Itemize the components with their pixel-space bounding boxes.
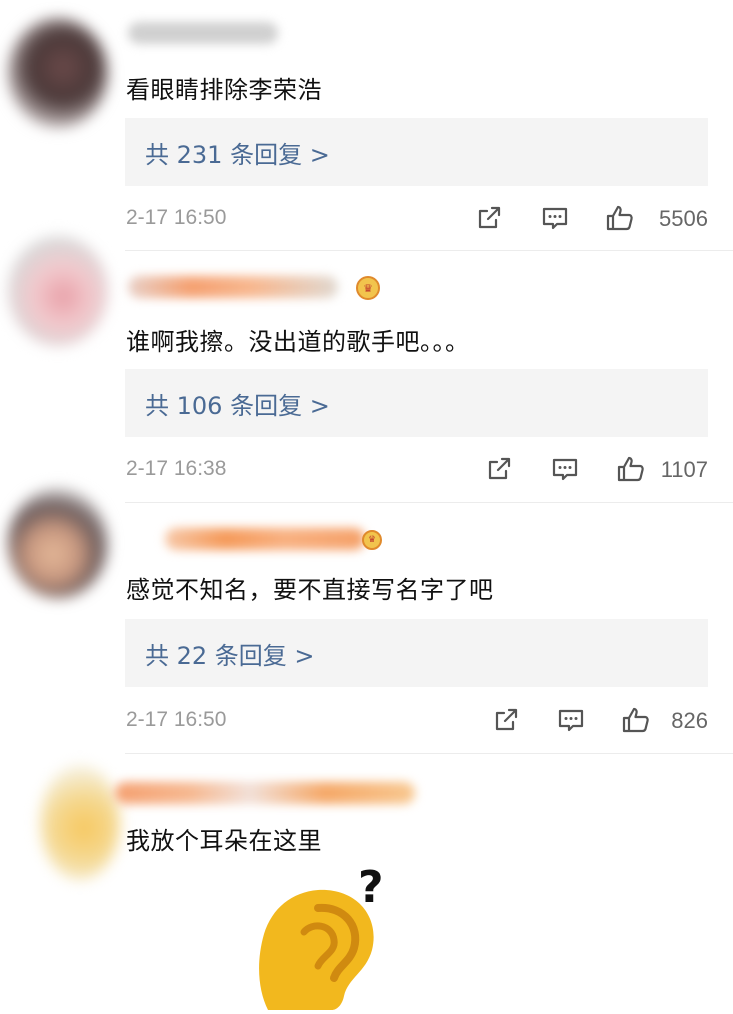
avatar[interactable] — [8, 18, 108, 128]
comment-meta: 2-17 16:38 1107 — [126, 454, 708, 484]
view-replies-button[interactable]: 共 231 条回复 > — [125, 118, 708, 186]
crown-badge-icon: ♛ — [362, 530, 382, 550]
replies-label: 共 231 条回复 > — [145, 140, 330, 169]
view-replies-button[interactable]: 共 106 条回复 > — [125, 369, 708, 437]
comment-icon[interactable] — [556, 705, 586, 735]
like-count: 5506 — [659, 206, 708, 231]
divider — [125, 753, 733, 754]
crown-badge-icon: ♛ — [356, 276, 380, 300]
username-blurred[interactable] — [115, 782, 415, 804]
comment-meta: 2-17 16:50 5506 — [126, 203, 708, 233]
comment-meta: 2-17 16:50 826 — [126, 705, 708, 735]
replies-label: 共 106 条回复 > — [145, 391, 330, 420]
username-blurred[interactable] — [128, 276, 338, 298]
share-icon[interactable] — [474, 203, 504, 233]
username-blurred[interactable] — [128, 22, 278, 44]
divider — [125, 250, 733, 251]
like-count: 1107 — [660, 457, 708, 482]
username-blurred[interactable] — [165, 528, 365, 550]
like-thumb-icon[interactable] — [605, 203, 635, 233]
timestamp: 2-17 16:38 — [126, 457, 227, 480]
avatar[interactable] — [8, 236, 108, 346]
comment-text: 感觉不知名，要不直接写名字了吧 — [126, 576, 494, 604]
like-thumb-icon[interactable] — [621, 705, 651, 735]
view-replies-button[interactable]: 共 22 条回复 > — [125, 619, 708, 687]
timestamp: 2-17 16:50 — [126, 206, 227, 229]
comment-icon[interactable] — [540, 203, 570, 233]
avatar[interactable] — [8, 488, 108, 598]
ear-emoji-icon — [248, 870, 388, 1010]
share-icon[interactable] — [484, 454, 514, 484]
divider — [125, 502, 733, 503]
avatar[interactable] — [40, 765, 120, 880]
replies-label: 共 22 条回复 > — [145, 641, 315, 670]
timestamp: 2-17 16:50 — [126, 708, 227, 731]
comment-icon[interactable] — [550, 454, 580, 484]
comment-text: 看眼睛排除李荣浩 — [126, 76, 322, 104]
comment-text: 我放个耳朵在这里 — [126, 827, 322, 855]
like-thumb-icon[interactable] — [616, 454, 646, 484]
comment-text: 谁啊我擦。没出道的歌手吧。。。 — [126, 328, 470, 356]
share-icon[interactable] — [491, 705, 521, 735]
like-count: 826 — [671, 708, 708, 733]
